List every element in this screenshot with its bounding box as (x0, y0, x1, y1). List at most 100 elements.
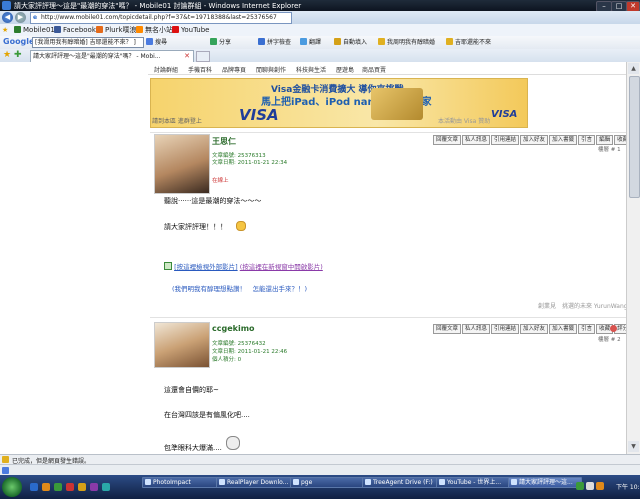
favorites-center-icon[interactable]: ★ (3, 50, 11, 60)
reply-button[interactable]: 回覆文章 (433, 135, 462, 145)
scroll-thumb[interactable] (629, 76, 640, 198)
report-icon[interactable] (610, 325, 617, 332)
system-tray: 下午 10:50 (528, 477, 640, 497)
avatar[interactable] (154, 322, 210, 368)
new-tab-button[interactable] (196, 51, 210, 62)
post-author[interactable]: 王思仁 (212, 136, 236, 147)
smiley-icon (236, 221, 246, 231)
translate-icon (300, 38, 307, 45)
browser-tab-active[interactable]: 請大家評評理～這是"最潮的穿法"嗎？ - Mobi... ✕ (30, 50, 194, 62)
pencil-icon (378, 38, 385, 45)
gtoolbar-link-1[interactable]: 我周明我有醇暗婚 (378, 38, 435, 47)
menu-market[interactable]: 商品買賣 (362, 65, 386, 74)
menu-forum[interactable]: 討論群組 (154, 65, 178, 74)
autofill-icon (334, 38, 341, 45)
folder-quicklaunch-icon[interactable] (42, 483, 50, 491)
start-button[interactable] (2, 477, 22, 497)
banner-sub-right: 本活動由 Visa 贊助 (438, 118, 491, 125)
menu-brand[interactable]: 品牌專頁 (222, 65, 246, 74)
fav-mobile01[interactable]: Mobile01 (14, 25, 55, 35)
favorites-star-icon[interactable]: ★ (2, 25, 8, 35)
gtoolbar-link-2[interactable]: 吉耶還能不來 (446, 38, 491, 47)
window-titlebar: 請大家評評理～這是"最潮的穿法"嗎？ - Mobile01 討論群組 - Win… (0, 0, 640, 12)
quote-button[interactable]: 引言 (578, 135, 596, 145)
autofill-button[interactable]: 自動填入 (334, 38, 367, 47)
post-actions: 回覆文章私人訊息引用連結加入好友加入書籤引言編輯收藏評分回報 (432, 135, 640, 145)
post-author[interactable]: ccgekimo (212, 324, 255, 333)
scroll-up-icon[interactable]: ▲ (628, 63, 639, 74)
tray-app-icon[interactable] (596, 482, 604, 490)
forward-button[interactable]: ▶ (15, 12, 26, 23)
share-icon (210, 38, 217, 45)
pm-button[interactable]: 私人訊息 (462, 135, 491, 145)
edit-button[interactable]: 編輯 (596, 135, 614, 145)
page-content: 討論群組 手機百科 品牌專頁 閒聊與創作 科技與生活 歷遊島 商品買賣 Visa… (0, 62, 640, 454)
window-title: 請大家評評理～這是"最潮的穿法"嗎？ - Mobile01 討論群組 - Win… (14, 2, 302, 10)
address-bar: ◀ ▶ http://www.mobile01.com/topicdetail.… (0, 11, 640, 25)
volume-icon[interactable] (586, 482, 594, 490)
task-realplayer[interactable]: RealPlayer Downlo... (216, 477, 298, 488)
add-friend-button[interactable]: 加入好友 (520, 324, 549, 334)
external-video-link[interactable]: [按這裡檢視外部影片] (174, 263, 238, 271)
ie-icon (2, 1, 11, 10)
add-favorite-icon[interactable]: ✚ (14, 50, 22, 60)
share-button[interactable]: 分享 (210, 38, 231, 47)
network-icon[interactable] (576, 482, 584, 490)
new-window-video-link[interactable]: (按這裡在新視窗中開啟影片) (240, 263, 323, 271)
fav-wretch[interactable]: 無名小站 (136, 25, 173, 35)
ie-quicklaunch-icon[interactable] (30, 483, 38, 491)
google-search-input[interactable]: [我滑用我有醇暗婚] 吉耶還能不來？ ] (32, 37, 144, 48)
post-actions: 回覆文章私人訊息引用連結加入好友加入書籤引言收藏評分回報 (432, 324, 640, 334)
spellcheck-icon (258, 38, 265, 45)
url-input[interactable]: http://www.mobile01.com/topicdetail.php?… (30, 12, 292, 24)
menu-chat[interactable]: 閒聊與創作 (256, 65, 286, 74)
fav-facebook[interactable]: Facebook (54, 25, 96, 35)
post-article-id: 文章編號: 25376432 (212, 341, 266, 347)
forum-menu: 討論群組 手機百科 品牌專頁 閒聊與創作 科技與生活 歷遊島 商品買賣 (148, 64, 626, 75)
reply-button[interactable]: 回覆文章 (433, 324, 462, 334)
visa-logo-2: VISA (491, 109, 518, 120)
spellcheck-button[interactable]: 拼字檢查 (258, 38, 291, 47)
task-youtube[interactable]: YouTube - 世界上... (436, 477, 516, 488)
app3-quicklaunch-icon[interactable] (90, 483, 98, 491)
video-icon (164, 262, 172, 270)
post-text-line: 聽說‧‧‧‧‧‧這是最潮的穿法～～～ (164, 197, 262, 205)
post-article-id: 文章編號: 25376313 (212, 153, 266, 159)
app4-quicklaunch-icon[interactable] (102, 483, 110, 491)
add-friend-button[interactable]: 加入好友 (520, 135, 549, 145)
task-pge[interactable]: pge (290, 477, 370, 488)
youtube-icon (172, 26, 179, 33)
tab-bar: ★ ✚ 請大家評評理～這是"最潮的穿法"嗎？ - Mobi... ✕ (0, 49, 640, 63)
app-quicklaunch-icon[interactable] (66, 483, 74, 491)
desktop-icon[interactable] (2, 467, 9, 474)
task-drive[interactable]: TreeAgent Drive (F:) (362, 477, 444, 488)
quote-link-button[interactable]: 引用連結 (491, 135, 520, 145)
google-search-button[interactable]: 搜尋 (146, 38, 167, 47)
task-photoimpact[interactable]: PhotoImpact (142, 477, 224, 488)
fav-plurk[interactable]: Plurk噗浪 (96, 25, 137, 35)
post-footer-link[interactable]: (我們明我有醇理想點讚！ 怎能還出手來？！) (172, 283, 307, 293)
pm-button[interactable]: 私人訊息 (462, 324, 491, 334)
bookmark-button[interactable]: 加入書籤 (549, 135, 578, 145)
page-scrollbar[interactable]: ▲ ▼ (626, 62, 640, 454)
warning-icon[interactable] (2, 456, 9, 463)
post-text-line: 請大家評評理！！！ (164, 223, 227, 231)
translate-button[interactable]: 翻譯 (300, 38, 321, 47)
back-button[interactable]: ◀ (2, 12, 13, 23)
avatar[interactable] (154, 134, 210, 194)
media-quicklaunch-icon[interactable] (54, 483, 62, 491)
app2-quicklaunch-icon[interactable] (78, 483, 86, 491)
quote-link-button[interactable]: 引用連結 (491, 324, 520, 334)
menu-wiki[interactable]: 手機百科 (188, 65, 212, 74)
clock[interactable]: 下午 10:50 (616, 482, 640, 491)
highlight-icon (446, 38, 453, 45)
banner-sub-left[interactable]: 請到本區 進群登上 (152, 116, 202, 125)
close-tab-icon[interactable]: ✕ (184, 51, 190, 62)
scroll-down-icon[interactable]: ▼ (628, 441, 639, 452)
quote-button[interactable]: 引言 (578, 324, 596, 334)
bookmark-button[interactable]: 加入書籤 (549, 324, 578, 334)
menu-tech[interactable]: 科技與生活 (296, 65, 326, 74)
fav-youtube[interactable]: YouTube (172, 25, 209, 35)
post-divider (150, 132, 626, 133)
menu-island[interactable]: 歷遊島 (336, 65, 354, 74)
